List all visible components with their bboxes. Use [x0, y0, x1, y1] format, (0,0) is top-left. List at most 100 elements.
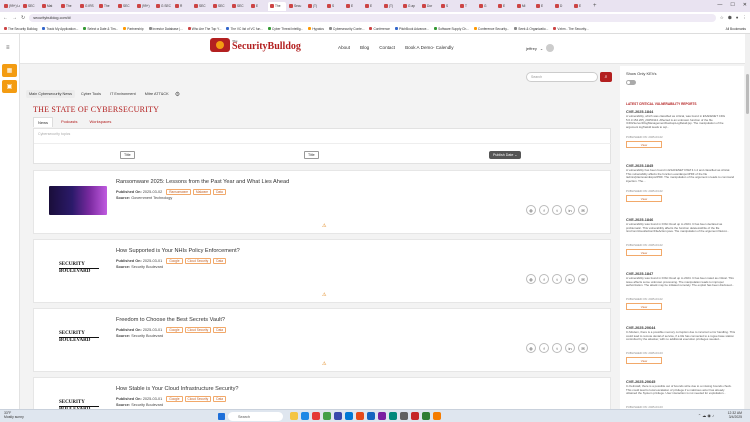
- search-button[interactable]: ⌕: [600, 72, 612, 82]
- twitter-icon[interactable]: t: [552, 205, 562, 215]
- cve-id[interactable]: CVE-2025-1846: [626, 218, 736, 222]
- cve-view-button[interactable]: View: [626, 303, 662, 310]
- browser-tab[interactable]: E: [249, 2, 267, 11]
- browser-tab[interactable]: Mat: [40, 2, 58, 11]
- browser-tab[interactable]: SEC: [21, 2, 39, 11]
- article-tag[interactable]: Malware: [193, 189, 212, 195]
- bookmark-item[interactable]: Vzbm - The Security...: [553, 27, 589, 31]
- taskbar-search[interactable]: Search: [228, 412, 283, 421]
- browser-tab[interactable]: Secu: [287, 2, 305, 11]
- scrollbar-thumb[interactable]: [746, 74, 749, 114]
- grid-icon[interactable]: ▦: [2, 64, 17, 77]
- bookmark-item[interactable]: Cyber Threat Intellig...: [267, 27, 303, 31]
- article-tag[interactable]: Data: [213, 258, 226, 264]
- article-tag[interactable]: Data: [213, 327, 226, 333]
- cve-view-button[interactable]: View: [626, 357, 662, 364]
- app-icon[interactable]: [389, 412, 397, 420]
- app-icon[interactable]: [400, 412, 408, 420]
- browser-tab[interactable]: G: [477, 2, 495, 11]
- article-card[interactable]: SECURITYBOULEVARD How Stable is Your Clou…: [33, 377, 611, 409]
- system-tray[interactable]: ⌃ ☁ ◉ ♪: [698, 413, 714, 418]
- cve-id[interactable]: CVE-2025-1847: [626, 272, 736, 276]
- warning-icon[interactable]: ⚠: [322, 223, 326, 229]
- scrollbar[interactable]: [745, 34, 750, 409]
- article-card[interactable]: Ransomware 2025: Lessons from the Past Y…: [33, 170, 611, 234]
- article-tag[interactable]: Cloud Security: [184, 258, 212, 264]
- app-icon[interactable]: [411, 412, 419, 420]
- browser-tab[interactable]: (99+) Lee: [2, 2, 20, 11]
- browser-tab[interactable]: G IRS: [78, 2, 96, 11]
- user-menu[interactable]: jeffrey ⌄: [526, 44, 555, 52]
- subnav-main-news[interactable]: Main Cybersecurity News: [26, 90, 76, 98]
- bookmark-item[interactable]: Conference: [369, 27, 390, 31]
- warning-icon[interactable]: ⚠: [322, 292, 326, 298]
- edge-icon[interactable]: [301, 412, 309, 420]
- reload-icon[interactable]: ↻: [21, 15, 25, 21]
- facebook-icon[interactable]: f: [539, 343, 549, 353]
- outlook-icon[interactable]: [345, 412, 353, 420]
- browser-tab[interactable]: E: [496, 2, 514, 11]
- browser-tab[interactable]: G ap: [401, 2, 419, 11]
- windows-start-icon[interactable]: [218, 413, 225, 420]
- bookmark-item[interactable]: Who Are The Top Y...: [187, 27, 221, 31]
- linkedin-icon[interactable]: in: [565, 205, 575, 215]
- title-sort-button[interactable]: Title: [304, 151, 319, 159]
- bookmark-item[interactable]: The VC list of VC fun...: [226, 27, 263, 31]
- article-tag[interactable]: Data: [213, 189, 226, 195]
- browser-tab[interactable]: SEC: [230, 2, 248, 11]
- browser-tab[interactable]: Dor: [420, 2, 438, 11]
- bookmark-item[interactable]: The Security Bulldog: [4, 27, 37, 31]
- new-tab-icon[interactable]: +: [593, 3, 597, 9]
- gear-icon[interactable]: ⚙: [175, 91, 180, 98]
- cve-id[interactable]: CVE-2025-20645: [626, 380, 736, 384]
- browser-tab[interactable]: E: [572, 2, 590, 11]
- bookmark-item[interactable]: Partnership: [123, 27, 144, 31]
- forward-icon[interactable]: →: [12, 15, 17, 21]
- article-tag[interactable]: Cloud Security: [184, 327, 212, 333]
- email-icon[interactable]: ✉: [578, 343, 588, 353]
- tab-podcasts[interactable]: Podcasts: [57, 117, 81, 127]
- profile-icon[interactable]: ●: [736, 15, 739, 21]
- maximize-icon[interactable]: ☐: [730, 2, 734, 8]
- browser-tab[interactable]: R: [173, 2, 191, 11]
- bookmark-item[interactable]: Select a Date & Tim...: [83, 27, 118, 31]
- facebook-icon[interactable]: f: [539, 205, 549, 215]
- bookmark-item[interactable]: Software Supply Ch...: [434, 27, 469, 31]
- browser-tab[interactable]: G SEC: [154, 2, 172, 11]
- bookmark-item[interactable]: Seek & Organizatio...: [514, 27, 548, 31]
- title-filter-button[interactable]: Title: [120, 151, 135, 159]
- nav-book-demo[interactable]: Book A Demo- Calendly: [405, 45, 454, 50]
- search-input[interactable]: Search: [526, 72, 598, 82]
- tab-workspaces[interactable]: Workspaces: [85, 117, 115, 127]
- cve-id[interactable]: CVE-2025-20644: [626, 326, 736, 330]
- extension-icon[interactable]: ⬢: [728, 15, 732, 21]
- nav-blog[interactable]: Blog: [360, 45, 369, 50]
- article-tag[interactable]: Google: [166, 258, 183, 264]
- email-icon[interactable]: ✉: [578, 205, 588, 215]
- word-icon[interactable]: [367, 412, 375, 420]
- browser-tab[interactable]: S: [325, 2, 343, 11]
- article-tag[interactable]: Ransomware: [166, 189, 192, 195]
- browser-tab[interactable]: The: [59, 2, 77, 11]
- file-explorer-icon[interactable]: [290, 412, 298, 420]
- app-icon[interactable]: [378, 412, 386, 420]
- twitter-icon[interactable]: t: [552, 274, 562, 284]
- bookmark-item[interactable]: Track My Application...: [42, 27, 78, 31]
- article-title[interactable]: How Supported is Your NHIs Policy Enforc…: [116, 248, 240, 254]
- cve-view-button[interactable]: View: [626, 249, 662, 256]
- bookmark-item[interactable]: Conference Security...: [473, 27, 509, 31]
- article-tag[interactable]: Google: [166, 327, 183, 333]
- reddit-icon[interactable]: ◍: [526, 274, 536, 284]
- panel-icon[interactable]: ▣: [2, 80, 17, 93]
- bookmark-star-icon[interactable]: ☆: [720, 15, 724, 21]
- browser-tab[interactable]: The: [268, 1, 286, 11]
- subnav-cyber-tools[interactable]: Cyber Tools: [78, 90, 104, 98]
- all-bookmarks[interactable]: All Bookmarks: [726, 27, 746, 31]
- linkedin-icon[interactable]: in: [565, 274, 575, 284]
- subnav-it-environment[interactable]: IT Environment: [107, 90, 139, 98]
- article-title[interactable]: How Stable is Your Cloud Infrastructure …: [116, 386, 239, 392]
- browser-tab[interactable]: SEC: [116, 2, 134, 11]
- publish-date-button[interactable]: Publish Date ⌄: [489, 151, 522, 159]
- site-logo[interactable]: The SecurityBulldog: [210, 38, 301, 52]
- cve-view-button[interactable]: View: [626, 195, 662, 202]
